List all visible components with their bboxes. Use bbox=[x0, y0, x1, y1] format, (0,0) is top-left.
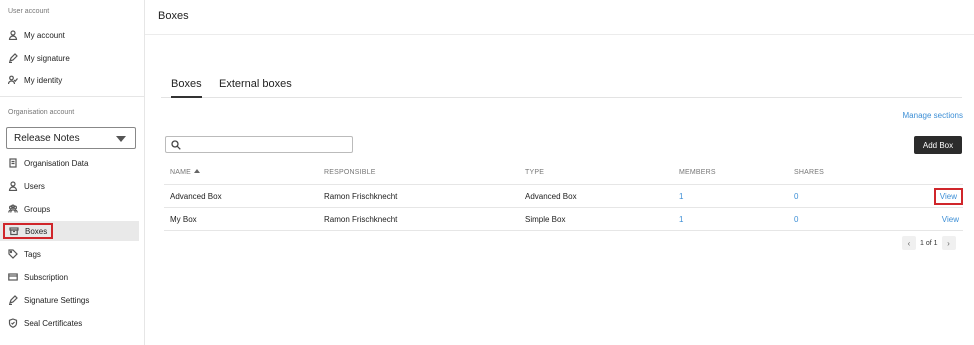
organisation-select-value: Release Notes bbox=[14, 132, 80, 144]
sidebar-item-signature-settings[interactable]: Signature Settings bbox=[0, 290, 139, 310]
sidebar-divider bbox=[0, 96, 144, 97]
row-type: Advanced Box bbox=[525, 192, 577, 201]
view-link[interactable]: View bbox=[933, 188, 963, 205]
column-header-responsible: RESPONSIBLE bbox=[324, 169, 376, 176]
row-name: My Box bbox=[170, 215, 197, 224]
sidebar-item-seal-certificates[interactable]: Seal Certificates bbox=[0, 313, 139, 333]
sidebar-item-label: Boxes bbox=[25, 226, 48, 236]
sidebar-item-groups[interactable]: Groups bbox=[0, 199, 139, 219]
group-icon bbox=[8, 204, 18, 214]
table-header: NAME RESPONSIBLE TYPE MEMBERS SHARES bbox=[164, 163, 963, 185]
sidebar-item-label: My signature bbox=[24, 53, 70, 63]
organisation-select[interactable]: Release Notes bbox=[6, 127, 136, 149]
table-row[interactable]: My Box Ramon Frischknecht Simple Box 1 0… bbox=[164, 208, 963, 231]
sidebar: User account My account My signature My … bbox=[0, 0, 145, 345]
title-divider bbox=[145, 34, 974, 35]
sidebar-item-label: Tags bbox=[24, 249, 41, 259]
row-type: Simple Box bbox=[525, 215, 566, 224]
sidebar-item-my-account[interactable]: My account bbox=[0, 25, 139, 45]
chevron-down-icon bbox=[116, 136, 126, 142]
identity-icon bbox=[8, 75, 18, 85]
sidebar-item-my-signature[interactable]: My signature bbox=[0, 48, 139, 68]
sidebar-item-boxes[interactable]: Boxes bbox=[0, 221, 139, 241]
pagination: ‹ 1 of 1 › bbox=[902, 236, 956, 250]
document-icon bbox=[8, 158, 18, 168]
row-name: Advanced Box bbox=[170, 192, 222, 201]
sidebar-item-subscription[interactable]: Subscription bbox=[0, 267, 139, 287]
next-page-button[interactable]: › bbox=[941, 236, 956, 250]
tab-bar: Boxes External boxes bbox=[161, 76, 962, 98]
sidebar-item-label: Signature Settings bbox=[24, 295, 90, 305]
manage-sections-link[interactable]: Manage sections bbox=[903, 111, 963, 120]
pen-icon bbox=[8, 295, 18, 305]
boxes-highlight: Boxes bbox=[3, 223, 54, 239]
tab-boxes[interactable]: Boxes bbox=[171, 78, 202, 98]
column-header-name[interactable]: NAME bbox=[170, 169, 201, 176]
sidebar-item-label: My account bbox=[24, 30, 65, 40]
sidebar-item-my-identity[interactable]: My identity bbox=[0, 70, 139, 90]
person-icon bbox=[8, 30, 18, 40]
page-title: Boxes bbox=[158, 10, 189, 22]
sidebar-item-label: Users bbox=[24, 181, 45, 191]
card-icon bbox=[8, 272, 18, 282]
page-indicator: 1 of 1 bbox=[920, 239, 938, 247]
search-input[interactable] bbox=[184, 138, 349, 151]
add-box-button[interactable]: Add Box bbox=[914, 136, 962, 154]
row-members-link[interactable]: 1 bbox=[679, 192, 683, 201]
sidebar-item-users[interactable]: Users bbox=[0, 176, 139, 196]
column-header-shares: SHARES bbox=[794, 169, 824, 176]
column-header-type: TYPE bbox=[525, 169, 545, 176]
column-header-name-label: NAME bbox=[170, 169, 192, 176]
sidebar-item-label: Seal Certificates bbox=[24, 318, 83, 328]
view-link[interactable]: View bbox=[942, 215, 959, 224]
tag-icon bbox=[8, 249, 18, 259]
row-responsible: Ramon Frischknecht bbox=[324, 215, 398, 224]
row-shares-link[interactable]: 0 bbox=[794, 192, 798, 201]
sidebar-item-tags[interactable]: Tags bbox=[0, 244, 139, 264]
shield-icon bbox=[8, 318, 18, 328]
box-icon bbox=[9, 226, 19, 236]
tab-external-boxes[interactable]: External boxes bbox=[219, 78, 292, 90]
user-account-section-label: User account bbox=[8, 8, 50, 15]
main-content: Boxes Boxes External boxes Manage sectio… bbox=[145, 0, 974, 345]
previous-page-button[interactable]: ‹ bbox=[902, 236, 916, 250]
search-icon bbox=[171, 140, 181, 150]
sidebar-item-label: Organisation Data bbox=[24, 158, 89, 168]
row-shares-link[interactable]: 0 bbox=[794, 215, 798, 224]
table-row[interactable]: Advanced Box Ramon Frischknecht Advanced… bbox=[164, 185, 963, 208]
boxes-table: NAME RESPONSIBLE TYPE MEMBERS SHARES Adv… bbox=[164, 163, 963, 231]
person-icon bbox=[8, 181, 18, 191]
row-members-link[interactable]: 1 bbox=[679, 215, 683, 224]
search-field[interactable] bbox=[165, 136, 353, 153]
sidebar-item-organisation-data[interactable]: Organisation Data bbox=[0, 153, 139, 173]
row-responsible: Ramon Frischknecht bbox=[324, 192, 398, 201]
organisation-account-section-label: Organisation account bbox=[8, 109, 75, 116]
pen-icon bbox=[8, 53, 18, 63]
sidebar-item-label: Subscription bbox=[24, 272, 69, 282]
column-header-members: MEMBERS bbox=[679, 169, 716, 176]
sidebar-item-label: Groups bbox=[24, 204, 51, 214]
sort-ascending-icon bbox=[194, 169, 201, 173]
sidebar-item-label: My identity bbox=[24, 75, 63, 85]
